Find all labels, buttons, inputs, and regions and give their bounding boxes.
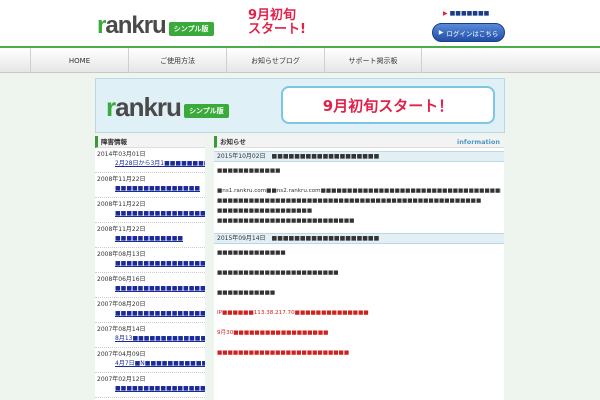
banner-wordmark: rankru <box>106 92 182 122</box>
outage-info-panel: 障害情報 2014年03月01日2月28日から3月1■■■■■■■■■■■■20… <box>95 136 205 400</box>
news-date: 2015年10月02日 <box>217 153 266 160</box>
outage-list-item: 2007年04月09日4月7日■N■■■■■■■■■■■■■■ <box>95 348 205 373</box>
news-date: 2015年09月14日 <box>217 235 266 242</box>
outage-list: 2014年03月01日2月28日から3月1■■■■■■■■■■■■2008年11… <box>95 148 205 398</box>
information-tag: information <box>457 138 500 146</box>
outage-link[interactable]: ■■■■■■■■■■■■■■■ <box>97 184 205 193</box>
outage-date: 2014年03月01日 <box>97 151 146 158</box>
news-article-header: 2015年10月02日 ■■■■■■■■■■■■■■■■■■■ <box>214 151 504 162</box>
outage-link[interactable]: ■■■■■■■■■■■■ <box>97 234 205 243</box>
login-button-label: ログインはこちら <box>446 29 499 38</box>
outage-link[interactable]: 8月13■■■■■■■■■■■■■■■■■ <box>97 334 205 343</box>
outage-link[interactable]: ■■■■■■■■■■■■■■■■■■■■ <box>97 259 205 268</box>
news-body-line: ■■■■■■■■■■■■■■■■■■■■■■■■■■ <box>217 218 355 224</box>
outage-list-item: 2008年06月16日 ■■■■■■■■■■■■■■■■ <box>95 273 205 298</box>
banner-logo: rankru シンプル版 <box>106 92 229 123</box>
news-body-line: ■■■■■■■■■■■■■■■■■■■■■■■ <box>217 270 339 276</box>
announce-line-2: スタート! <box>248 22 306 37</box>
news-body-line <box>217 278 501 288</box>
outage-date: 2007年02月12日 <box>97 376 146 383</box>
triangle-right-icon: ▶ <box>443 10 448 17</box>
outage-date: 2008年06月16日 <box>97 276 146 283</box>
news-body-line: ■■■■■■■■■■■■■ <box>217 250 286 256</box>
banner-announcement: 9月初旬スタート！ <box>281 86 495 124</box>
nav-item-blog[interactable]: お知らせブログ <box>226 48 324 73</box>
announce-line-1: 9月初旬 <box>248 8 297 23</box>
top-link-label: ■■■■■■■ <box>449 10 490 17</box>
outage-link[interactable]: ■■■■■■■■■■■■■■■■■■■■■■■ <box>97 209 205 218</box>
outage-list-item: 2008年11月22日■■■■■■■■■■■■■■■■■■■■■■■ <box>95 198 205 223</box>
outage-date: 2007年08月14日 <box>97 326 146 333</box>
site-header: rankru シンプル版 9月初旬 スタート! ▶ ■■■■■■■ ▶ ログインはこ… <box>0 0 600 47</box>
outage-date: 2007年08月20日 <box>97 301 146 308</box>
outage-list-item: 2008年11月22日 ■■■■■■■■■■■■ <box>95 223 205 248</box>
logo-badge: シンプル版 <box>168 22 214 36</box>
nav-item-support-board[interactable]: サポート掲示板 <box>324 48 422 73</box>
news-article: 2015年09月14日 ■■■■■■■■■■■■■■■■■■■ ■■■■■■■■■■… <box>214 233 504 362</box>
news-article-header: 2015年09月14日 ■■■■■■■■■■■■■■■■■■■ <box>214 233 504 244</box>
top-link[interactable]: ▶ ■■■■■■■ <box>443 10 489 17</box>
outage-date: 2008年11月22日 <box>97 176 146 183</box>
outage-link[interactable]: 4月7日■N■■■■■■■■■■■■■■ <box>97 359 205 368</box>
outage-list-item: 2007年08月20日 ■■■■■■■■■■■■■■■■ <box>95 298 205 323</box>
outage-link[interactable]: ■■■■■■■■■■■■■■■■ <box>97 284 205 293</box>
news-list: 2015年10月02日 ■■■■■■■■■■■■■■■■■■■ ■■■■■■■■■■… <box>214 151 504 362</box>
outage-list-item: 2008年11月22日 ■■■■■■■■■■■■■■■ <box>95 173 205 198</box>
news-body-line: 9月30■■■■■■■■■■■■■■■■■■ <box>217 330 329 336</box>
outage-date: 2008年11月22日 <box>97 201 146 208</box>
news-panel: お知らせ information 2015年10月02日 ■■■■■■■■■■■■… <box>214 136 504 400</box>
news-heading: お知らせ information <box>214 136 504 148</box>
news-body-line <box>217 298 501 308</box>
outage-list-item: 2007年08月14日8月13■■■■■■■■■■■■■■■■■ <box>95 323 205 348</box>
site-logo[interactable]: rankru シンプル版 <box>97 12 214 40</box>
logo-wordmark: rankru <box>97 12 167 39</box>
login-button[interactable]: ▶ ログインはこちら <box>432 23 505 42</box>
news-body-line <box>217 338 501 348</box>
play-icon: ▶ <box>438 29 444 36</box>
header-announcement: 9月初旬 スタート! <box>248 9 306 37</box>
hero-banner: rankru シンプル版 9月初旬スタート！ <box>95 78 505 133</box>
news-body-line: ■■■■■■■■■■■■■■■■■■■■■■■■■■■■■■■■■■■■■■■■… <box>217 198 482 204</box>
outage-link[interactable]: ■■■■■■■■■■■■■■■■ <box>97 384 205 393</box>
news-body-line <box>217 176 501 186</box>
outage-list-item: 2008年08月13日■■■■■■■■■■■■■■■■■■■■ <box>95 248 205 273</box>
outage-list-item: 2014年03月01日2月28日から3月1■■■■■■■■■■■■ <box>95 148 205 173</box>
outage-list-item: 2007年02月12日 ■■■■■■■■■■■■■■■■ <box>95 373 205 398</box>
main-nav: HOME ご使用方法 お知らせブログ サポート掲示板 <box>0 48 600 73</box>
news-title[interactable]: ■■■■■■■■■■■■■■■■■■■ <box>272 235 380 242</box>
nav-item-home[interactable]: HOME <box>30 48 128 73</box>
outage-date: 2008年08月13日 <box>97 251 146 258</box>
banner-badge: シンプル版 <box>183 103 229 118</box>
news-body-line: ■■■■■■■■■■■ <box>217 290 276 296</box>
news-body-line: IP■■■■■■113.38.217.70■■■■■■■■■■■■■■ <box>217 310 369 316</box>
news-heading-label: お知らせ <box>220 138 246 146</box>
news-body-line <box>217 258 501 268</box>
news-body-line: ■■■■■■■■■■■■ <box>217 168 281 174</box>
outage-link[interactable]: ■■■■■■■■■■■■■■■■ <box>97 309 205 318</box>
news-article: 2015年10月02日 ■■■■■■■■■■■■■■■■■■■ ■■■■■■■■■■… <box>214 151 504 230</box>
outage-date: 2007年04月09日 <box>97 351 146 358</box>
news-body-line: ■ns1.rankru.com■■ns2.rankru.com■■■■■■■■■… <box>217 188 501 194</box>
outage-info-heading: 障害情報 <box>95 136 205 148</box>
news-body: ■■■■■■■■■■■■■ ■■■■■■■■■■■■■■■■■■■■■■■ ■■■■… <box>214 244 504 362</box>
news-body-line: ■■■■■■■■■■■■■■■■■■■■■■■■■ <box>217 350 350 356</box>
news-title[interactable]: ■■■■■■■■■■■■■■■■■■■ <box>272 153 380 160</box>
news-body-line: ■■■■■■■■■■■■■■■■■■ <box>217 208 313 214</box>
nav-item-usage[interactable]: ご使用方法 <box>128 48 226 73</box>
outage-date: 2008年11月22日 <box>97 226 146 233</box>
outage-link[interactable]: 2月28日から3月1■■■■■■■■■■■■ <box>97 159 205 168</box>
news-body: ■■■■■■■■■■■■ ■ns1.rankru.com■■ns2.rankru.… <box>214 162 504 230</box>
news-body-line <box>217 318 501 328</box>
